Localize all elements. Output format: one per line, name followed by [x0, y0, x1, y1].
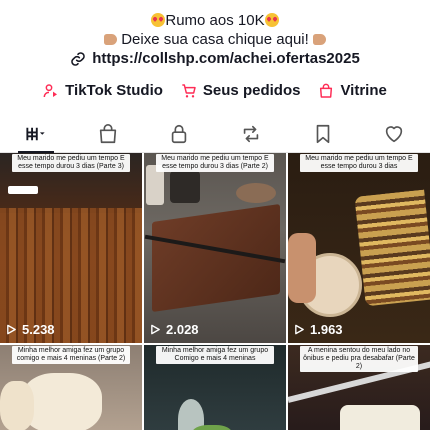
small-label	[8, 186, 38, 194]
video-caption: Meu marido me pediu um tempo E esse temp…	[156, 154, 274, 172]
container-shape	[170, 171, 200, 203]
view-count-text: 5.238	[22, 322, 55, 337]
heart-eyes-emoji-icon	[264, 13, 279, 27]
lock-icon	[171, 124, 187, 143]
video-caption: A menina sentou do meu lado no ônibus e …	[300, 346, 418, 372]
profile-actions: TikTok Studio Seus pedidos Vitrine	[0, 82, 430, 99]
heart-eyes-emoji-icon	[151, 13, 166, 27]
showcase-label: Vitrine	[340, 82, 387, 99]
pointing-hand-emoji-icon	[312, 34, 326, 45]
bookmark-icon	[316, 124, 329, 143]
view-count: 5.238	[6, 322, 55, 337]
greens-shape	[192, 425, 232, 430]
video-grid: Meu marido me pediu um tempo E esse temp…	[0, 153, 430, 430]
video-thumbnail[interactable]: Minha melhor amiga fez um grupo Comigo e…	[144, 345, 286, 430]
tab-reposts[interactable]	[215, 115, 287, 152]
tab-videos[interactable]	[0, 115, 72, 153]
food-shape	[340, 405, 420, 430]
tab-shop[interactable]	[72, 115, 144, 152]
tiktok-studio-icon	[43, 83, 58, 97]
tiktok-studio-button[interactable]: TikTok Studio	[43, 82, 163, 99]
tiktok-studio-label: TikTok Studio	[65, 82, 163, 99]
play-icon	[151, 324, 160, 335]
pointing-hand-emoji-icon	[104, 34, 118, 45]
video-thumbnail[interactable]: Meu marido me pediu um tempo E esse temp…	[0, 153, 142, 343]
view-count: 1.963	[294, 322, 343, 337]
repost-icon	[243, 125, 259, 142]
video-caption: Minha melhor amiga fez um grupo Comigo e…	[156, 346, 274, 364]
video-thumbnail[interactable]: A menina sentou do meu lado no ônibus e …	[288, 345, 430, 430]
bowl-shape	[236, 183, 276, 203]
bio-line-1-text: Rumo aos 10K	[165, 12, 265, 29]
tab-private[interactable]	[143, 115, 215, 152]
showcase-button[interactable]: Vitrine	[318, 82, 387, 99]
view-count-text: 1.963	[310, 322, 343, 337]
bio-link[interactable]: https://collshp.com/achei.ofertas2025	[0, 50, 430, 67]
view-count-text: 2.028	[166, 322, 199, 337]
video-caption: Meu marido me pediu um tempo E esse temp…	[300, 154, 418, 172]
layered-food	[354, 189, 430, 307]
profile-tabs	[0, 115, 430, 153]
bio-line-2: Deixe sua casa chique aqui!	[0, 31, 430, 49]
hand-shape	[288, 233, 316, 303]
orders-button[interactable]: Seus pedidos	[181, 82, 301, 99]
bio-line-2-text: Deixe sua casa chique aqui!	[121, 31, 309, 48]
play-icon	[295, 324, 304, 335]
tab-favorites[interactable]	[287, 115, 359, 152]
play-icon	[7, 324, 16, 335]
tab-liked[interactable]	[358, 115, 430, 152]
bun-shape	[22, 373, 102, 430]
shopping-bag-icon	[320, 83, 333, 98]
video-thumbnail[interactable]: Meu marido me pediu um tempo E esse temp…	[144, 153, 286, 343]
bio-line-1: Rumo aos 10K	[0, 12, 430, 30]
view-count: 2.028	[150, 322, 199, 337]
video-caption: Minha melhor amiga fez um grupo comigo e…	[12, 346, 130, 364]
orders-label: Seus pedidos	[202, 82, 301, 99]
bio-link-text[interactable]: https://collshp.com/achei.ofertas2025	[92, 50, 360, 67]
link-icon	[71, 51, 85, 66]
heart-icon	[386, 125, 403, 142]
video-thumbnail[interactable]: Minha melhor amiga fez um grupo comigo e…	[0, 345, 142, 430]
shop-bag-icon	[99, 123, 116, 143]
cart-icon	[182, 83, 196, 98]
grid-icon	[26, 127, 45, 140]
video-thumbnail[interactable]: Meu marido me pediu um tempo E esse temp…	[288, 153, 430, 343]
bun-shape	[0, 381, 34, 430]
video-caption: Meu marido me pediu um tempo E esse temp…	[12, 154, 130, 172]
